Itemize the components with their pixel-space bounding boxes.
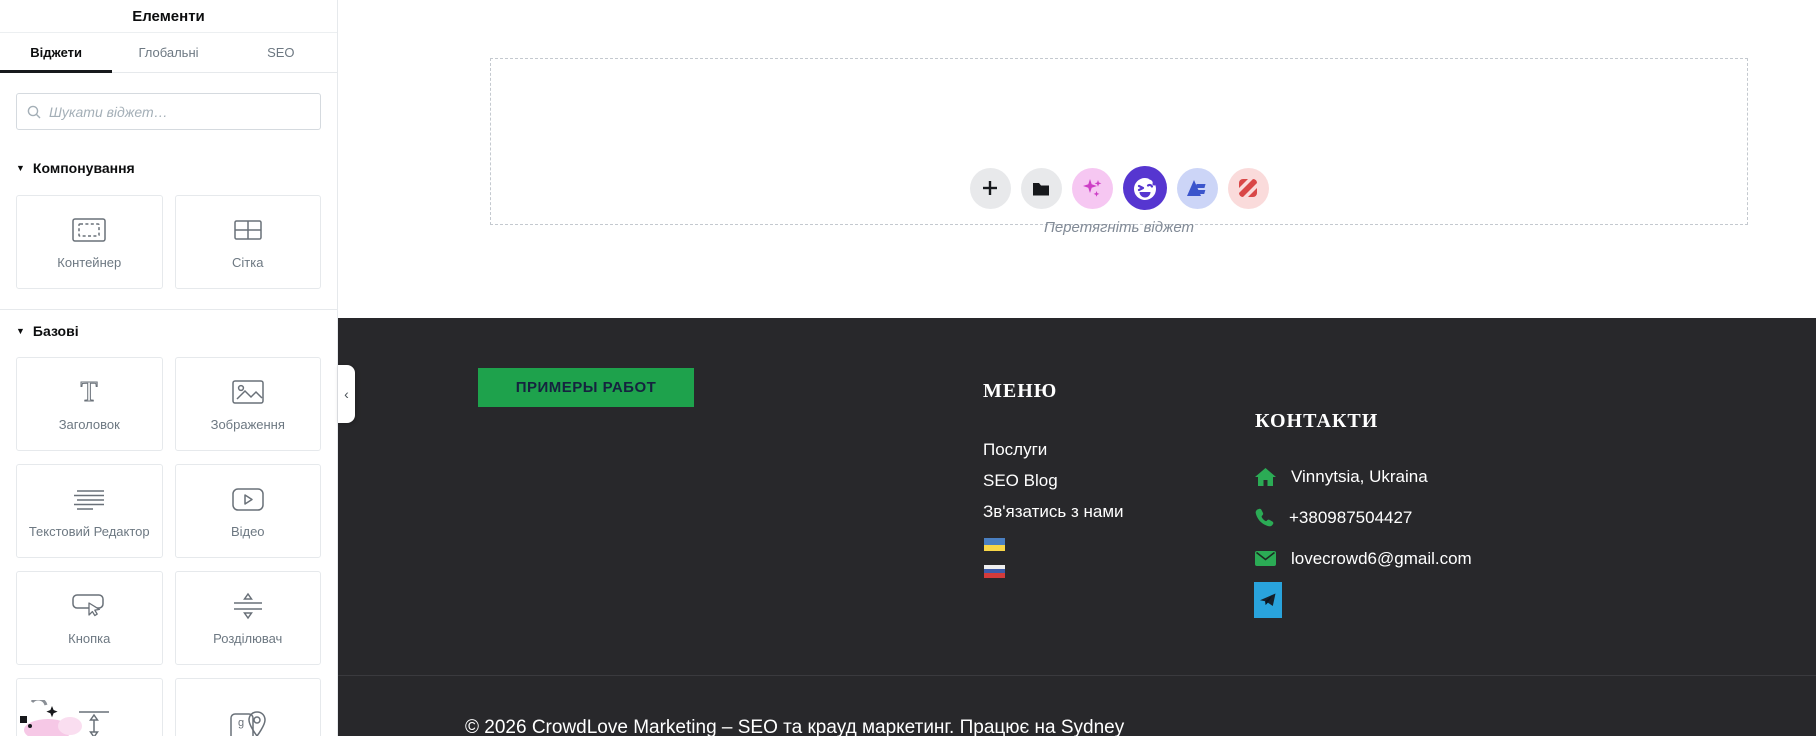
footer-contacts: Vinnytsia, Ukraina +380987504427 lovecro… [1255,456,1472,579]
folder-icon [1033,182,1049,195]
editor-canvas: Перетягніть віджет ПРИМЕРЫ РАБОТ МЕНЮ По… [338,0,1816,736]
widget-label: Заголовок [58,417,120,432]
widget-card-spacer[interactable] [16,678,163,736]
phone-icon [1255,508,1274,527]
divider-icon [233,590,263,622]
image-icon [232,376,264,408]
happy-addons-icon [1133,176,1156,200]
contact-email: lovecrowd6@gmail.com [1291,548,1472,568]
svg-text:T: T [81,377,98,407]
add-section-button[interactable] [969,167,1011,209]
section-label: Компонування [32,160,135,176]
section-basic[interactable]: ▼ Базові [16,323,321,339]
contact-address: Vinnytsia, Ukraina [1291,466,1428,486]
russia-flag[interactable] [984,565,1005,578]
footer-divider [338,675,1816,676]
addons-a-logo-icon [1187,180,1206,196]
examples-button[interactable]: ПРИМЕРЫ РАБОТ [478,368,694,407]
google-maps-icon: g [229,709,267,736]
dropzone-actions [491,166,1747,210]
widget-label: Розділювач [213,631,283,646]
contact-phone: +380987504427 [1289,507,1413,527]
site-footer: ПРИМЕРЫ РАБОТ МЕНЮ Послуги SEO Blog Зв'я… [338,318,1816,736]
svg-text:g: g [238,717,244,729]
widget-search[interactable] [16,93,321,130]
widget-card-divider[interactable]: Розділювач [174,571,321,665]
widget-card-image[interactable]: Зображення [174,357,321,451]
widget-card-heading[interactable]: T Заголовок [16,357,163,451]
widget-label: Текстовий Редактор [28,524,150,539]
footer-menu: Послуги SEO Blog Зв'язатись з нами [983,434,1124,527]
contact-address-row: Vinnytsia, Ukraina [1255,456,1472,497]
sydney-n-logo-icon [1238,178,1258,198]
caret-down-icon: ▼ [16,326,25,336]
widget-card-google-maps[interactable]: g [174,678,321,736]
widget-card-grid[interactable]: Сітка [174,195,321,289]
addons-a-button[interactable] [1176,167,1218,209]
plus-icon [983,181,997,195]
basic-widgets: T Заголовок Зображення Текстовий Редакто… [16,357,321,736]
text-editor-icon [73,483,105,515]
panel-title: Елементи [0,0,337,33]
panel-tabs: Віджети Глобальні SEO [0,33,337,73]
ai-builder-button[interactable] [1071,167,1113,209]
footer-contacts-title: КОНТАКТИ [1255,410,1379,432]
sydney-toolbox-button[interactable] [1227,167,1269,209]
heading-icon: T [74,376,104,408]
tab-global[interactable]: Глобальні [112,33,224,72]
chevron-left-icon: ‹ [344,386,349,402]
contact-email-row[interactable]: lovecrowd6@gmail.com [1255,538,1472,579]
widget-label: Кнопка [68,631,111,646]
widgets-panel: Елементи Віджети Глобальні SEO ▼ Компону… [0,0,338,736]
section-layout[interactable]: ▼ Компонування [16,160,321,176]
panel-collapse-handle[interactable]: ‹ [338,365,355,423]
layout-widgets: Контейнер Сітка [16,195,321,289]
copyright-text: © 2026 CrowdLove Marketing – SEO та крау… [465,717,1125,736]
dropzone-hint: Перетягніть віджет [1043,219,1195,236]
envelope-icon [1255,551,1276,566]
ukraine-flag[interactable] [984,538,1005,551]
widget-label: Сітка [232,255,264,270]
happy-addons-button[interactable] [1122,166,1167,210]
tab-widgets[interactable]: Віджети [0,33,113,73]
telegram-icon [1260,593,1276,606]
widget-label: Зображення [210,417,285,432]
search-icon [27,105,41,118]
widget-card-video[interactable]: Відео [174,464,321,558]
grid-icon [234,214,262,246]
widget-label: Відео [230,524,265,539]
elementor-editor: Елементи Віджети Глобальні SEO ▼ Компону… [0,0,1816,736]
widget-label: Контейнер [57,255,122,270]
menu-link-services[interactable]: Послуги [983,434,1124,465]
home-icon [1255,467,1276,486]
container-icon [72,214,106,246]
widget-card-button[interactable]: Кнопка [16,571,163,665]
footer-menu-title: МЕНЮ [983,380,1058,402]
add-template-button[interactable] [1020,167,1062,209]
section-label: Базові [32,323,79,339]
menu-link-contact-us[interactable]: Зв'язатись з нами [983,496,1124,527]
search-input[interactable] [49,103,310,120]
menu-link-seo-blog[interactable]: SEO Blog [983,465,1124,496]
telegram-button[interactable] [1254,582,1282,618]
widget-card-container[interactable]: Контейнер [16,195,163,289]
caret-down-icon: ▼ [16,163,25,173]
widget-card-text-editor[interactable]: Текстовий Редактор [16,464,163,558]
contact-phone-row[interactable]: +380987504427 [1255,497,1472,538]
empty-section-dropzone[interactable]: Перетягніть віджет [490,58,1748,236]
tab-seo[interactable]: SEO [225,33,337,72]
section-divider [0,309,337,310]
ai-sparkles-icon [1083,179,1102,197]
spacer-icon [67,709,111,736]
video-icon [232,483,264,515]
button-icon [72,590,106,622]
